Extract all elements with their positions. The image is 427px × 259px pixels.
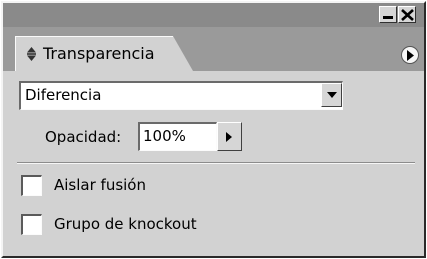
close-button[interactable] [398, 6, 416, 23]
divider [17, 162, 415, 164]
close-icon [401, 9, 414, 21]
minimize-button[interactable] [379, 6, 397, 23]
chevron-down-icon [327, 92, 337, 98]
minimize-icon [383, 16, 393, 19]
knockout-group-checkbox[interactable] [21, 214, 42, 235]
panel-content: Diferencia Opacidad: 100% Aislar fusión … [3, 71, 424, 256]
opacity-value: 100% [143, 127, 186, 145]
knockout-group-label[interactable]: Grupo de knockout [54, 215, 197, 233]
isolate-blending-option: Aislar fusión [21, 175, 341, 199]
title-bar [3, 3, 424, 27]
isolate-blending-checkbox[interactable] [21, 175, 42, 196]
panel-menu-button[interactable] [401, 46, 419, 64]
opacity-label: Opacidad: [45, 128, 122, 146]
blend-mode-value: Diferencia [25, 86, 102, 104]
diamond-arrows-icon [27, 47, 36, 61]
opacity-field[interactable]: 100% [138, 122, 217, 151]
opacity-slider-button[interactable] [217, 122, 242, 151]
blend-mode-dropdown-button[interactable] [321, 83, 342, 107]
panel-menu-arrow-icon [407, 50, 414, 61]
chevron-right-icon [226, 132, 232, 142]
knockout-group-option: Grupo de knockout [21, 214, 341, 238]
isolate-blending-label[interactable]: Aislar fusión [54, 176, 146, 194]
tab-strip: Transparencia [3, 27, 424, 71]
blend-mode-select[interactable]: Diferencia [19, 81, 343, 110]
tab-label: Transparencia [43, 44, 155, 63]
transparency-panel: Transparencia Diferencia Opacidad: 100% [1, 1, 426, 258]
tab-transparencia[interactable]: Transparencia [15, 36, 173, 71]
